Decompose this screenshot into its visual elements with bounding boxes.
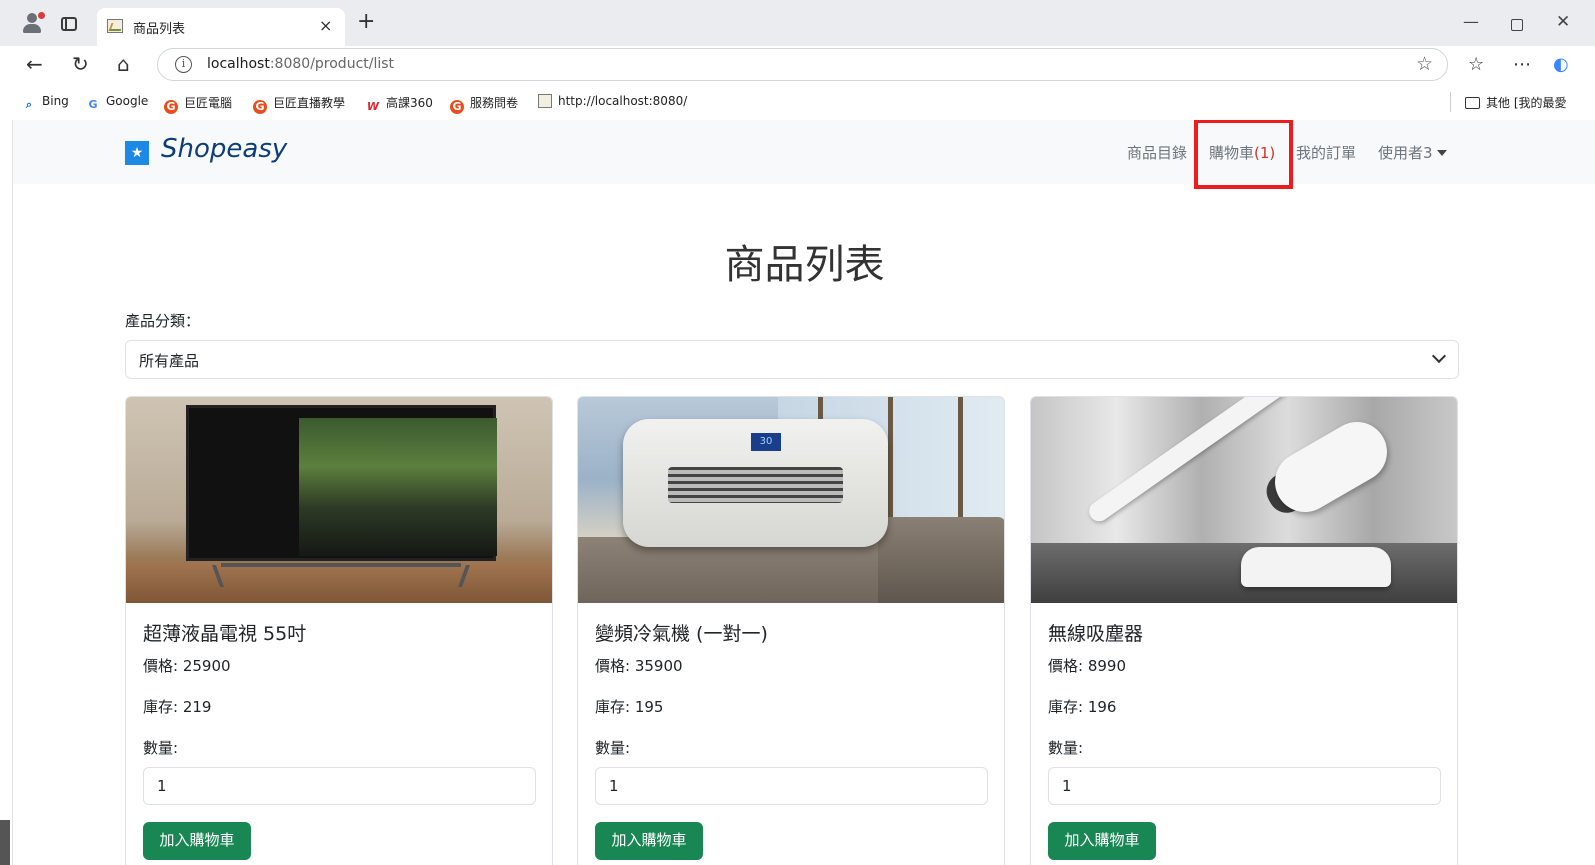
user-menu-dropdown[interactable]: 使用者3	[1378, 142, 1447, 163]
bookmark-4[interactable]: G 服務問卷	[450, 94, 518, 114]
product-name: 超薄液晶電視 55吋	[143, 623, 307, 645]
add-to-cart-button[interactable]: 加入購物車	[143, 822, 251, 860]
site-info-icon[interactable]: i	[175, 56, 192, 73]
product-card: 超薄液晶電視 55吋 價格: 25900 庫存: 219 數量: 1 加入購物車	[125, 396, 553, 865]
bookmark-localhost[interactable]: http://localhost:8080/	[538, 94, 687, 108]
quantity-input[interactable]: 1	[595, 767, 988, 805]
caret-down-icon	[1436, 150, 1447, 156]
bookmarks-bar: ⌕ Bing G Google G 巨匠電腦 G 巨匠直播教學 W 高課360 G 服務問卷…	[0, 84, 1595, 120]
product-price: 價格: 35900	[595, 657, 683, 675]
profile-icon[interactable]	[22, 12, 45, 34]
product-stock: 庫存: 195	[595, 698, 664, 716]
product-stock: 庫存: 196	[1048, 698, 1117, 716]
window-edge	[0, 820, 10, 865]
favorite-star-icon[interactable]: ☆	[1416, 53, 1433, 75]
nav-catalog[interactable]: 商品目錄	[1127, 142, 1187, 163]
quantity-label: 數量:	[143, 739, 179, 757]
product-price: 價格: 8990	[1048, 657, 1126, 675]
tab-actions-icon[interactable]	[61, 17, 77, 31]
category-select[interactable]: 所有產品	[125, 340, 1459, 379]
brand-name[interactable]: Shopeasy	[161, 134, 287, 164]
browser-tab-strip: 商品列表 × + — ✕	[0, 0, 1595, 46]
vacuum-image	[1031, 397, 1457, 603]
g-logo-icon: G	[450, 100, 464, 114]
cart-highlight-annotation	[1194, 120, 1293, 189]
window-restore-button[interactable]	[1511, 19, 1523, 31]
quantity-input[interactable]: 1	[143, 767, 536, 805]
brand-logo-icon[interactable]: ★	[125, 141, 149, 165]
bookmark-google[interactable]: G Google	[86, 94, 148, 112]
quantity-label: 數量:	[1048, 739, 1084, 757]
category-label: 產品分類：	[125, 312, 201, 330]
google-icon: G	[88, 98, 98, 111]
browser-tab[interactable]: 商品列表 ×	[97, 8, 345, 46]
tab-title: 商品列表	[133, 22, 186, 37]
bookmark-bing[interactable]: ⌕ Bing	[22, 94, 69, 112]
window-close-button[interactable]: ✕	[1556, 12, 1570, 32]
product-name: 無線吸塵器	[1048, 623, 1144, 645]
address-toolbar: ← ↻ ⌂ i localhost:8080/product/list ☆ ☆ …	[0, 46, 1595, 84]
page-viewport: ★ Shopeasy 商品目錄 購物車(1) 我的訂單 使用者3 商品列表 產品…	[12, 120, 1595, 865]
new-tab-button[interactable]: +	[357, 11, 375, 33]
site-navbar: ★ Shopeasy 商品目錄 購物車(1) 我的訂單 使用者3	[13, 120, 1595, 189]
product-card: 30 變頻冷氣機 (一對一) 價格: 35900 庫存: 195 數量: 1 加…	[577, 396, 1005, 865]
favorites-list-icon[interactable]: ☆	[1468, 54, 1484, 75]
quantity-input[interactable]: 1	[1048, 767, 1441, 805]
more-options-icon[interactable]: ⋯	[1513, 54, 1531, 75]
product-card: 無線吸塵器 價格: 8990 庫存: 196 數量: 1 加入購物車	[1030, 396, 1458, 865]
bookmark-2[interactable]: G 巨匠直播教學	[253, 94, 345, 114]
url-text[interactable]: localhost:8080/product/list	[207, 56, 394, 72]
bookmark-1[interactable]: G 巨匠電腦	[164, 94, 232, 114]
window-minimize-button[interactable]: —	[1463, 12, 1479, 31]
address-bar[interactable]: i localhost:8080/product/list ☆	[157, 48, 1448, 81]
chevron-down-icon	[1431, 348, 1447, 364]
category-selected-value: 所有產品	[139, 352, 200, 370]
bookmarks-divider	[1450, 92, 1451, 112]
g-logo-icon: G	[164, 100, 178, 114]
g-logo-icon: G	[253, 100, 267, 114]
back-arrow-icon[interactable]: ←	[26, 52, 43, 76]
tv-image	[126, 397, 552, 603]
page-favicon-icon	[107, 19, 123, 33]
nav-orders[interactable]: 我的訂單	[1296, 142, 1356, 163]
page-title: 商品列表	[724, 242, 885, 288]
other-bookmarks-folder[interactable]: 其他 [我的最愛	[1465, 94, 1567, 111]
reload-icon[interactable]: ↻	[72, 52, 89, 76]
quantity-label: 數量:	[595, 739, 631, 757]
tab-close-icon[interactable]: ×	[319, 16, 332, 35]
product-stock: 庫存: 219	[143, 698, 212, 716]
add-to-cart-button[interactable]: 加入購物車	[595, 822, 703, 860]
air-conditioner-image: 30	[578, 397, 1004, 603]
add-to-cart-button[interactable]: 加入購物車	[1048, 822, 1156, 860]
product-price: 價格: 25900	[143, 657, 231, 675]
product-name: 變頻冷氣機 (一對一)	[595, 623, 768, 645]
home-icon[interactable]: ⌂	[117, 52, 130, 76]
w-logo-icon: W	[366, 100, 380, 113]
copilot-icon[interactable]: ◐	[1553, 54, 1569, 75]
search-icon: ⌕	[25, 98, 33, 111]
folder-icon	[1465, 97, 1480, 109]
bookmark-3[interactable]: W 高課360	[366, 94, 433, 114]
page-icon	[538, 94, 552, 108]
